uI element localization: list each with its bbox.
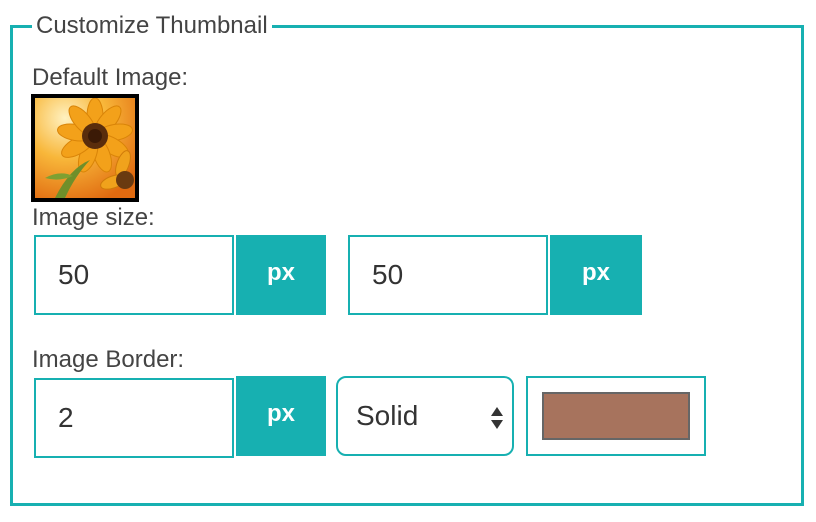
border-style-select[interactable]: Solid [336,376,514,456]
image-width-unit: px [236,235,326,315]
default-image-thumbnail[interactable] [31,94,139,202]
image-height-input[interactable]: 50 [348,235,548,315]
image-border-label: Image Border: [32,346,185,373]
select-updown-arrow-icon [491,407,503,429]
image-width-input[interactable]: 50 [34,235,234,315]
border-width-unit: px [236,376,326,456]
border-width-input[interactable]: 2 [34,378,234,458]
image-size-label: Image size: [32,204,155,231]
border-color-swatch [542,392,690,440]
image-height-unit: px [550,235,642,315]
sunflower-image-icon [35,98,135,198]
border-color-picker[interactable] [526,376,706,456]
panel-legend: Customize Thumbnail [32,12,272,40]
border-style-value: Solid [356,400,419,431]
default-image-label: Default Image: [32,64,189,91]
